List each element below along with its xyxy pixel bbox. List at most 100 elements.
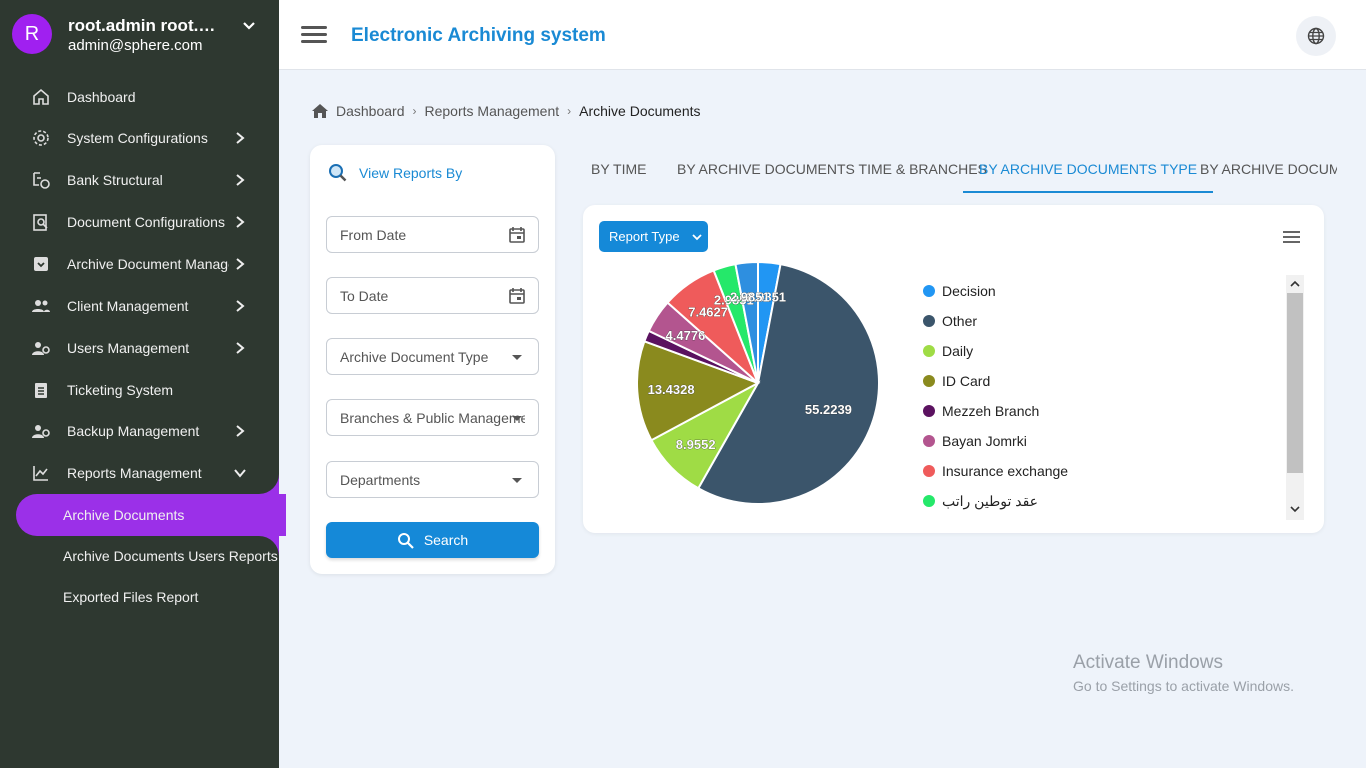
departments-label: Departments [340,472,421,488]
chevron-right-icon [236,132,245,144]
pie-data-label: 4.4776 [666,328,706,343]
chevron-right-icon [236,216,245,228]
sidebar-item-users-management[interactable]: Users Management [0,328,279,368]
sidebar-item-document-configurations[interactable]: Document Configurations [0,202,279,242]
pie-data-label: 8.9552 [676,437,716,452]
branches-select[interactable]: Branches & Public Management [326,399,539,436]
sidebar-item-label: Client Management [67,298,189,314]
sidebar-subitem-exported-files-report[interactable]: Exported Files Report [63,589,198,605]
tab-by-documents[interactable]: BY ARCHIVE DOCUMENTS [1184,145,1337,193]
profile-name: root.admin root.a... [68,16,220,35]
archive-document-type-select[interactable]: Archive Document Type [326,338,539,375]
chevron-down-icon[interactable] [241,18,257,34]
breadcrumb-home[interactable]: Dashboard [336,103,405,119]
legend-item[interactable]: Decision [923,281,996,301]
legend-item[interactable]: ID Card [923,371,990,391]
sidebar-item-bank-structural[interactable]: Bank Structural [0,160,279,200]
filter-heading: View Reports By [328,163,462,183]
tab-by-type[interactable]: BY ARCHIVE DOCUMENTS TYPE [963,145,1214,193]
legend-label: Daily [942,343,974,359]
legend-label: عقد توطين راتب [942,492,1039,509]
legend-scrollbar[interactable] [1286,275,1304,520]
sidebar-item-label: Bank Structural [67,172,163,188]
chart-menu-icon[interactable] [1283,231,1300,243]
legend-item[interactable]: Daily [923,341,973,361]
sidebar-item-ticketing-system[interactable]: Ticketing System [0,370,279,410]
calendar-icon[interactable] [508,287,526,305]
pie-data-label: 55.2239 [805,402,852,417]
sidebar-item-label: Users Management [67,340,190,356]
active-item-curve [249,474,279,494]
breadcrumb-separator: › [412,104,417,118]
from-date-field[interactable]: From Date [326,216,539,253]
backup-gear-icon [32,425,50,438]
pie-data-label: 13.4328 [648,382,695,397]
tab-by-time[interactable]: BY TIME [575,145,663,193]
legend-item[interactable]: عقد توطين راتب [923,491,1038,511]
legend-dot [923,495,935,507]
menu-icon[interactable] [301,26,327,44]
tab-by-time-branches[interactable]: BY ARCHIVE DOCUMENTS TIME & BRANCHES [661,145,1003,193]
filter-heading-label: View Reports By [359,165,463,181]
archive-box-icon [34,257,48,271]
legend-dot [923,405,935,417]
home-icon [312,104,328,118]
sidebar-item-label: Dashboard [67,89,136,105]
sidebar-item-label: Document Configurations [67,214,225,230]
to-date-field[interactable]: To Date [326,277,539,314]
sidebar-item-label: Backup Management [67,423,200,439]
sidebar-item-system-configurations[interactable]: System Configurations [0,118,279,158]
app-title: Electronic Archiving system [351,25,606,46]
departments-select[interactable]: Departments [326,461,539,498]
chart-legend: Decision Other Daily ID Card Mezzeh Branch Ba… [923,277,1293,521]
chart-card: Report Type 2.9851 55.2239 8.9552 13.4328 4.… [583,205,1324,533]
sidebar-item-reports-management[interactable]: Reports Management [0,453,279,493]
language-button[interactable] [1296,16,1336,56]
pie-chart: 2.985155.22398.955213.43284.47767.46272.… [636,260,880,505]
chevron-right-icon [236,342,245,354]
user-profile[interactable]: R root.admin root.a... admin@sphere.com [12,14,272,56]
archive-document-type-label: Archive Document Type [340,349,489,365]
legend-item[interactable]: Other [923,311,977,331]
chevron-right-icon [236,258,245,270]
avatar: R [12,14,52,54]
scroll-down-icon[interactable] [1290,504,1300,514]
breadcrumb-parent[interactable]: Reports Management [425,103,560,119]
scroll-up-icon[interactable] [1290,279,1300,289]
legend-label: ID Card [942,373,991,389]
sidebar-item-archive-document-management[interactable]: Archive Document Management [0,244,279,284]
legend-item[interactable]: Insurance exchange [923,461,1068,481]
search-icon [329,164,347,182]
sidebar-item-label: Reports Management [67,465,202,481]
breadcrumb-separator: › [567,104,572,118]
sidebar: R root.admin root.a... admin@sphere.com … [0,0,286,768]
chevron-right-icon [236,174,245,186]
sidebar-item-client-management[interactable]: Client Management [0,286,279,326]
sidebar-item-backup-management[interactable]: Backup Management [0,411,279,451]
sidebar-item-label: System Configurations [67,130,208,146]
users-gear-icon [32,342,50,355]
from-date-label: From Date [340,227,407,243]
breadcrumb: Dashboard › Reports Management › Archive… [312,103,701,119]
chevron-down-icon [234,469,246,478]
breadcrumb-current: Archive Documents [579,103,701,119]
sidebar-subitem-archive-users-reports[interactable]: Archive Documents Users Reports [63,548,278,564]
report-type-label: Report Type [609,229,680,244]
sidebar-item-label: Archive Document Management [67,256,229,272]
sidebar-subitem-archive-documents[interactable]: Archive Documents [63,507,184,523]
sidebar-item-dashboard[interactable]: Dashboard [0,77,279,117]
legend-item[interactable]: Mezzeh Branch [923,401,1039,421]
legend-dot [923,345,935,357]
search-button[interactable]: Search [326,522,539,558]
search-button-label: Search [423,532,469,548]
legend-item[interactable]: Bayan Jomrki [923,431,1027,451]
watermark-line2: Go to Settings to activate Windows. [1073,678,1294,694]
chevron-right-icon [236,425,245,437]
report-type-button[interactable]: Report Type [599,221,708,252]
chevron-right-icon [236,300,245,312]
scroll-thumb[interactable] [1287,293,1303,473]
calendar-icon[interactable] [508,226,526,244]
clients-icon [32,300,50,312]
to-date-label: To Date [340,288,389,304]
chart-line-icon [33,466,48,481]
